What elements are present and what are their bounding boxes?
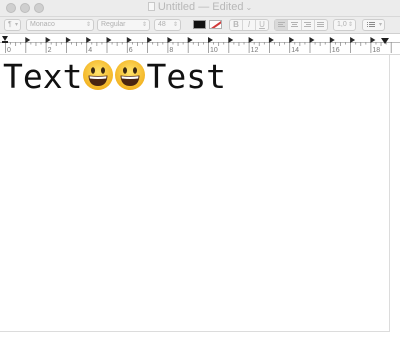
popup-arrows-icon: ⇕ bbox=[141, 22, 147, 28]
grinning-face-emoji bbox=[83, 60, 114, 90]
align-left-icon bbox=[277, 22, 285, 28]
popup-arrows-icon: ▾ bbox=[378, 22, 382, 28]
font-size-field[interactable]: 48 ⇕ bbox=[154, 19, 181, 31]
ruler-number: 4 bbox=[88, 47, 92, 54]
document-text[interactable]: Text Test bbox=[3, 57, 226, 97]
document-text-area[interactable]: Text Test bbox=[0, 55, 390, 332]
align-right-icon bbox=[304, 22, 312, 28]
alignment-segmented-control bbox=[274, 19, 328, 31]
text-before-emoji: Text bbox=[3, 57, 83, 96]
format-toolbar: ¶ ▾ Monaco ⇕ Regular ⇕ 48 ⇕ B I U 1,0 ⇕ ▾ bbox=[0, 17, 400, 34]
paragraph-icon: ¶ bbox=[8, 21, 12, 28]
right-margin-marker bbox=[381, 38, 389, 44]
font-family-value: Monaco bbox=[30, 21, 55, 28]
paragraph-style-popup[interactable]: ¶ ▾ bbox=[4, 19, 21, 31]
popup-arrows-icon: ▾ bbox=[14, 22, 18, 28]
font-size-value: 48 bbox=[158, 21, 166, 28]
text-after-emoji: Test bbox=[146, 57, 226, 96]
highlight-color-well[interactable] bbox=[209, 20, 222, 29]
popup-arrows-icon: ⇕ bbox=[85, 22, 91, 28]
text-color-well[interactable] bbox=[193, 20, 206, 29]
window-title[interactable]: Untitled — Edited ⌄ bbox=[0, 1, 400, 13]
line-spacing-popup[interactable]: 1,0 ⇕ bbox=[333, 19, 356, 31]
lists-popup[interactable]: ▾ bbox=[362, 19, 385, 31]
left-indent-marker bbox=[2, 41, 8, 43]
line-spacing-value: 1,0 bbox=[337, 21, 347, 28]
align-right-button[interactable] bbox=[302, 20, 315, 30]
document-name: Untitled bbox=[157, 1, 196, 13]
align-center-button[interactable] bbox=[288, 20, 302, 30]
align-justify-button[interactable] bbox=[315, 20, 327, 30]
font-style-value: Regular bbox=[101, 21, 126, 28]
align-left-button[interactable] bbox=[275, 20, 289, 30]
ruler-number: 8 bbox=[169, 47, 173, 54]
ruler-number: 6 bbox=[129, 47, 133, 54]
grinning-face-emoji bbox=[115, 60, 146, 90]
chevron-down-icon: ⌄ bbox=[245, 3, 253, 12]
font-style-popup[interactable]: Regular ⇕ bbox=[97, 19, 150, 31]
edited-status: — Edited bbox=[198, 1, 244, 13]
title-bar: Untitled — Edited ⌄ bbox=[0, 0, 400, 17]
ruler-number: 12 bbox=[251, 47, 259, 54]
align-justify-icon bbox=[317, 22, 325, 28]
popup-arrows-icon: ⇕ bbox=[172, 22, 178, 28]
ruler[interactable]: 0 2 4 6 8 10 12 14 16 18 bbox=[0, 34, 400, 55]
first-line-indent-marker bbox=[2, 36, 8, 41]
ruler-number: 18 bbox=[372, 47, 380, 54]
ruler-number: 14 bbox=[291, 47, 299, 54]
bullet-list-icon bbox=[367, 22, 375, 28]
document-icon bbox=[147, 2, 155, 11]
font-traits-segmented-control: B I U bbox=[229, 19, 269, 31]
popup-arrows-icon: ⇕ bbox=[347, 22, 353, 28]
ruler-number: 16 bbox=[332, 47, 340, 54]
align-center-icon bbox=[290, 22, 298, 28]
ruler-scale: 0 2 4 6 8 10 12 14 16 18 bbox=[0, 36, 400, 54]
ruler-number: 0 bbox=[7, 47, 11, 54]
bold-button[interactable]: B bbox=[230, 20, 243, 30]
italic-button[interactable]: I bbox=[243, 20, 256, 30]
font-family-popup[interactable]: Monaco ⇕ bbox=[26, 19, 94, 31]
window-bottom-edge bbox=[0, 332, 400, 342]
textedit-window: Untitled — Edited ⌄ ¶ ▾ Monaco ⇕ Regular ⇕ 4… bbox=[0, 0, 400, 342]
ruler-number: 2 bbox=[48, 47, 52, 54]
ruler-number: 10 bbox=[210, 47, 218, 54]
underline-button[interactable]: U bbox=[256, 20, 268, 30]
